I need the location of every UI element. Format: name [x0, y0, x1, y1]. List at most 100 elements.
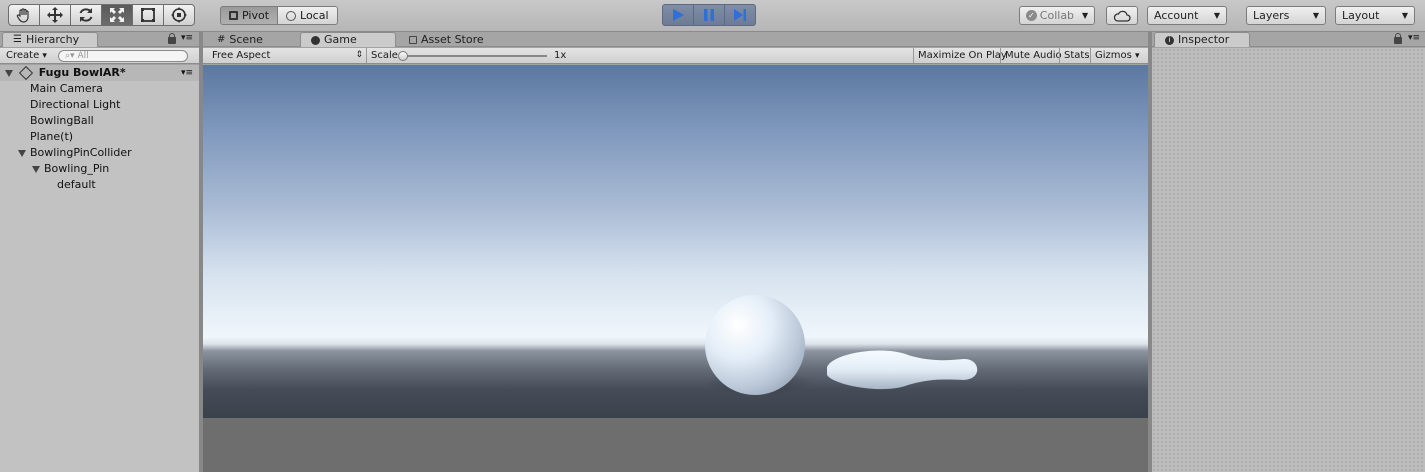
list-icon: ☰ [13, 34, 22, 45]
panel-menu-icon[interactable]: ▾≡ [1408, 33, 1420, 43]
move-tool-button[interactable] [39, 4, 71, 26]
pause-button[interactable] [693, 4, 725, 26]
aspect-dropdown[interactable]: Free Aspect ⇕ [205, 48, 367, 63]
hierarchy-tabbar: ☰ Hierarchy ▾≡ [0, 32, 199, 47]
list-item[interactable]: Bowling_Pin [0, 161, 199, 177]
rotate-icon [79, 8, 93, 22]
scale-tool-button[interactable] [101, 4, 133, 26]
scene-menu-icon[interactable]: ▾≡ [181, 65, 193, 81]
rotate-tool-button[interactable] [70, 4, 102, 26]
tab-scene[interactable]: # Scene [207, 32, 273, 47]
main-toolbar: Pivot Local ✓ Collab ▼ Account ▼ Layers … [0, 0, 1425, 32]
bowling-ball[interactable] [705, 295, 805, 395]
shopping-bag-icon [409, 35, 417, 44]
chevron-down-icon: ▼ [1082, 11, 1089, 20]
list-item-label: Directional Light [30, 98, 121, 111]
stats-label: Stats [1064, 50, 1090, 61]
bowling-pin[interactable] [827, 350, 978, 390]
tab-game[interactable]: Game [300, 32, 396, 47]
cloud-button[interactable] [1106, 6, 1138, 25]
tab-inspector[interactable]: i Inspector [1154, 32, 1250, 47]
pivot-icon [229, 11, 238, 20]
expand-triangle-icon[interactable] [5, 69, 13, 77]
rect-tool-button[interactable] [132, 4, 164, 26]
account-dropdown[interactable]: Account ▼ [1147, 6, 1227, 25]
expand-triangle-icon[interactable] [32, 165, 40, 173]
scene-tab-label: Scene [229, 32, 263, 46]
cloud-icon [1113, 10, 1131, 22]
create-dropdown[interactable]: Create ▾ [6, 49, 47, 63]
scene-root-row[interactable]: Fugu BowlAR* ▾≡ [0, 65, 199, 81]
center-tabbar: # Scene Game Asset Store [203, 32, 1148, 47]
list-item[interactable]: Main Camera [0, 81, 199, 97]
list-item[interactable]: default [0, 177, 199, 193]
game-viewport[interactable] [203, 65, 1148, 418]
aspect-label: Free Aspect [212, 50, 271, 61]
hierarchy-search-input[interactable]: ⌕▾ All [58, 50, 188, 62]
search-placeholder: All [77, 51, 89, 61]
layers-dropdown[interactable]: Layers ▼ [1246, 6, 1326, 25]
chevron-down-icon: ▼ [1312, 11, 1319, 20]
playback-controls [662, 4, 756, 26]
gizmos-label: Gizmos [1095, 50, 1132, 61]
search-icon: ⌕▾ [65, 51, 75, 61]
list-item[interactable]: BowlingBall [0, 113, 199, 129]
info-icon: i [1165, 35, 1174, 45]
globe-icon [286, 10, 297, 21]
list-item[interactable]: BowlingPinCollider [0, 145, 199, 161]
list-item-label: BowlingBall [30, 114, 94, 127]
hand-icon [16, 8, 29, 23]
layout-dropdown[interactable]: Layout ▼ [1335, 6, 1415, 25]
step-icon [734, 9, 746, 21]
list-item[interactable]: Directional Light [0, 97, 199, 113]
local-label: Local [300, 9, 329, 22]
game-view[interactable] [203, 65, 1148, 472]
hand-tool-button[interactable] [8, 4, 40, 26]
scale-slider-thumb[interactable] [398, 51, 408, 61]
collab-dropdown[interactable]: ✓ Collab ▼ [1019, 6, 1095, 25]
game-view-toolbar: Free Aspect ⇕ Scale 1x Maximize On Play … [203, 48, 1148, 64]
maximize-on-play-toggle[interactable]: Maximize On Play [913, 48, 1011, 63]
list-item-label: Main Camera [30, 82, 103, 95]
step-button[interactable] [724, 4, 756, 26]
unity-logo-icon [18, 65, 33, 81]
asset-store-tab-label: Asset Store [421, 32, 484, 46]
list-item[interactable]: Plane(t) [0, 129, 199, 145]
gizmos-dropdown[interactable]: Gizmos ▾ [1090, 48, 1144, 63]
tab-asset-store[interactable]: Asset Store [399, 32, 494, 47]
list-item-label: Plane(t) [30, 130, 74, 143]
pivot-button[interactable]: Pivot [220, 6, 279, 25]
maximize-label: Maximize On Play [918, 50, 1007, 61]
list-item-label: BowlingPinCollider [30, 146, 132, 159]
scale-slider-track[interactable] [400, 55, 547, 57]
move-icon [47, 7, 63, 23]
scale-value: 1x [554, 50, 567, 61]
hierarchy-tree: Fugu BowlAR* ▾≡ Main Camera Directional … [0, 65, 199, 472]
hierarchy-toolbar: Create ▾ ⌕▾ All [0, 48, 199, 64]
pacman-icon [311, 35, 320, 45]
mute-audio-toggle[interactable]: Mute Audio [1000, 48, 1066, 63]
inspector-tabbar: i Inspector ▾≡ [1152, 32, 1425, 47]
rendered-scene [704, 295, 978, 395]
pivot-toggle-group: Pivot Local [220, 6, 338, 25]
lock-icon[interactable] [1394, 33, 1402, 44]
transform-tool-button[interactable] [163, 4, 195, 26]
grid-icon: # [217, 33, 226, 45]
inspector-body [1152, 48, 1425, 472]
lock-icon[interactable] [168, 33, 176, 44]
create-label: Create [6, 50, 40, 61]
list-item-label: default [57, 178, 96, 191]
panel-menu-icon[interactable]: ▾≡ [181, 33, 193, 43]
tab-hierarchy[interactable]: ☰ Hierarchy [2, 32, 98, 47]
play-icon [673, 9, 684, 21]
play-button[interactable] [662, 4, 694, 26]
account-label: Account [1154, 9, 1199, 22]
stats-toggle[interactable]: Stats [1059, 48, 1094, 63]
game-tab-label: Game [324, 33, 357, 46]
list-item-label: Bowling_Pin [44, 162, 110, 175]
local-button[interactable]: Local [277, 6, 338, 25]
chevron-down-icon: ▾ [42, 51, 47, 61]
transform-tools [8, 4, 195, 26]
layout-label: Layout [1342, 9, 1380, 22]
expand-triangle-icon[interactable] [18, 149, 26, 157]
